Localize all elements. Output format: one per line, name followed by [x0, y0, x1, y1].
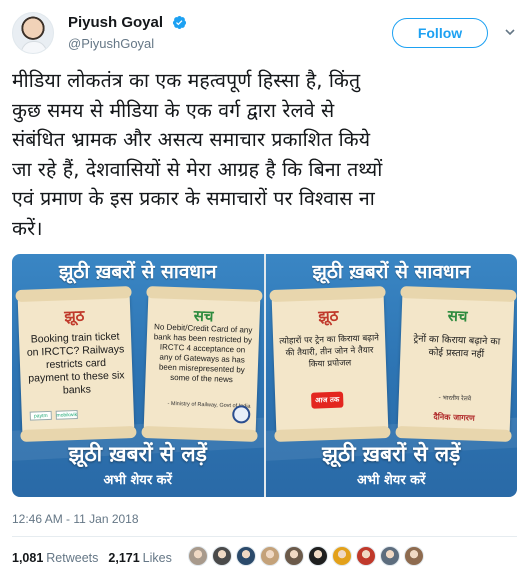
liker-avatar[interactable]	[236, 546, 256, 566]
tweet-text: मीडिया लोकतंत्र का एक महत्वपूर्ण हिस्सा …	[12, 66, 517, 243]
retweets-count: 1,081	[12, 551, 44, 565]
media-title: झूठी ख़बरों से सावधान	[312, 261, 471, 283]
tweet-text-line: जा रहे हैं, देशवासियों से मेरा आग्रह है …	[12, 157, 383, 181]
author-name[interactable]: Piyush Goyal	[68, 14, 163, 31]
dainik-jagran-logo: दैनिक जागरण	[432, 412, 475, 423]
liker-avatar[interactable]	[356, 546, 376, 566]
media-bottom-slogan: झूठी ख़बरों से लड़ें	[322, 442, 461, 466]
liker-avatar[interactable]	[404, 546, 424, 566]
railway-seal-icon	[231, 405, 251, 424]
media-share-text: अभी शेयर करें	[357, 473, 426, 488]
retweets-stat[interactable]: 1,081 Retweets	[12, 551, 98, 565]
tweet-stats: 1,081 Retweets 2,171 Likes	[12, 544, 182, 572]
fake-text: त्योहारों पर ट्रेन का किराया बढ़ाने की त…	[278, 333, 379, 370]
liker-avatar[interactable]	[380, 546, 400, 566]
fake-news-scroll: झूठ Booking train ticket on IRCTC? Railw…	[17, 292, 135, 436]
tweet-media: झूठी ख़बरों से सावधान झूठ Booking train …	[12, 254, 517, 497]
tweet-timestamp[interactable]: 12:46 AM - 11 Jan 2018	[12, 512, 139, 526]
fake-news-scroll: झूठ त्योहारों पर ट्रेन का किराया बढ़ाने …	[271, 292, 388, 436]
tweet-text-line: मीडिया लोकतंत्र का एक महत्वपूर्ण हिस्सा …	[12, 69, 361, 92]
author-handle[interactable]: @PiyushGoyal	[68, 36, 154, 51]
tweet-header: Piyush Goyal @PiyushGoyal Follow	[0, 0, 529, 62]
fact-text: ट्रेनों का किराया बढ़ाने का कोई प्रस्ताव…	[412, 333, 500, 360]
fake-heading: झूठ	[63, 306, 85, 326]
chevron-down-icon[interactable]	[504, 26, 516, 38]
liker-avatar[interactable]	[188, 546, 208, 566]
likers-avatars	[188, 546, 424, 566]
liker-avatar[interactable]	[284, 546, 304, 566]
wallet-logo: paytm	[29, 410, 52, 421]
retweets-label: Retweets	[46, 551, 99, 565]
likes-stat[interactable]: 2,171 Likes	[108, 551, 171, 565]
fact-credit: - भारतीय रेलवे	[437, 394, 471, 403]
likes-count: 2,171	[108, 551, 140, 565]
liker-avatar[interactable]	[308, 546, 328, 566]
aaj-tak-logo: आज तक	[310, 391, 344, 409]
liker-avatar[interactable]	[260, 546, 280, 566]
tweet-text-line: कुछ समय से मीडिया के एक वर्ग द्वारा रेलव…	[12, 98, 335, 122]
wallet-logo: mobikwik	[55, 409, 78, 420]
tweet-text-line: एवं प्रमाण के इस प्रकार के समाचारों पर व…	[12, 187, 375, 210]
fake-text: Booking train ticket on IRCTC? Railways …	[26, 330, 125, 397]
author-avatar[interactable]	[12, 12, 54, 54]
media-bottom-slogan: झूठी ख़बरों से लड़ें	[68, 442, 207, 466]
fact-heading: सच	[447, 306, 468, 326]
likes-label: Likes	[142, 551, 172, 565]
tweet-text-line: करें।	[12, 216, 43, 240]
liker-avatar[interactable]	[332, 546, 352, 566]
fact-scroll: सच ट्रेनों का किराया बढ़ाने का कोई प्रस्…	[397, 292, 514, 436]
fact-scroll: सच No Debit/Credit Card of any bank has …	[143, 292, 261, 436]
media-share-text: अभी शेयर करें	[103, 473, 173, 488]
follow-button[interactable]: Follow	[392, 18, 488, 48]
divider	[12, 536, 517, 537]
liker-avatar[interactable]	[212, 546, 232, 566]
fake-heading: झूठ	[317, 306, 339, 326]
tweet-text-line: संबंधित भ्रामक और असत्य समाचार प्रकाशित …	[12, 128, 371, 151]
media-image-2[interactable]: झूठी ख़बरों से सावधान झूठ त्योहारों पर ट…	[265, 254, 517, 497]
fact-text: No Debit/Credit Card of any bank has bee…	[153, 322, 253, 385]
media-title: झूठी ख़बरों से सावधान	[58, 261, 217, 283]
wallet-logos: paytm mobikwik	[29, 409, 78, 421]
media-image-1[interactable]: झूठी ख़बरों से सावधान झूठ Booking train …	[12, 254, 264, 497]
verified-badge-icon	[172, 16, 187, 29]
